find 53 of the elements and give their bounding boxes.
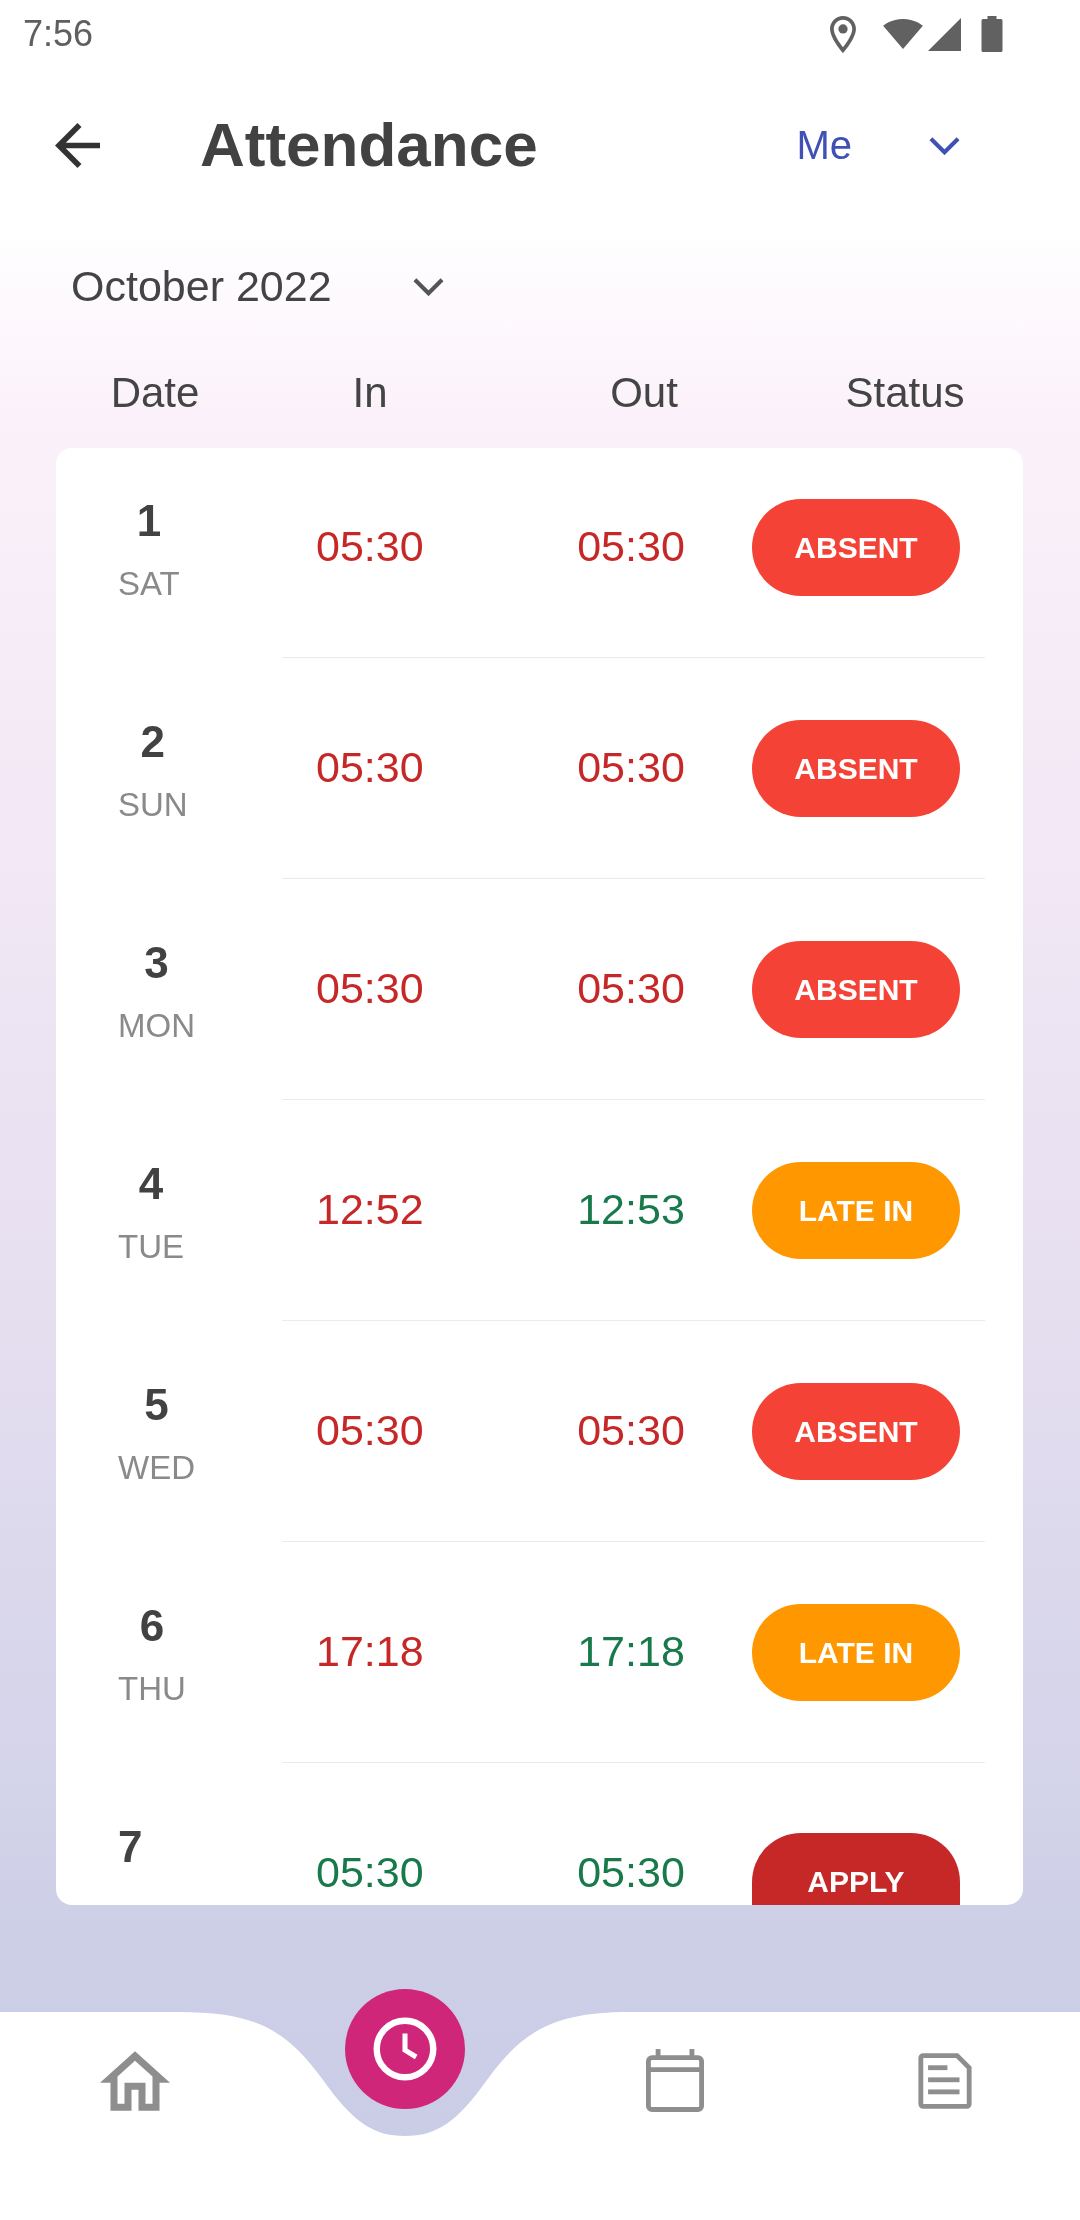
status-badge: ABSENT bbox=[752, 498, 960, 596]
check-out-time: 05:30 bbox=[577, 1406, 685, 1455]
column-header: Status bbox=[844, 369, 966, 417]
day-number: 2 bbox=[140, 717, 166, 767]
signal-icon bbox=[928, 17, 961, 51]
check-out-time: 05:30 bbox=[577, 964, 685, 1013]
day-number: 1 bbox=[136, 496, 162, 546]
check-out-time: 12:53 bbox=[577, 1185, 685, 1234]
battery-icon bbox=[981, 16, 1003, 52]
weekday-label: SUN bbox=[118, 786, 188, 824]
weekday-label: SAT bbox=[118, 565, 180, 603]
check-in-time: 05:30 bbox=[316, 522, 424, 571]
home-icon[interactable] bbox=[100, 2050, 170, 2111]
day-number: 7 bbox=[118, 1822, 143, 1872]
document-icon[interactable] bbox=[916, 2052, 974, 2109]
column-header: In bbox=[351, 369, 389, 417]
weekday-label: TUE bbox=[118, 1228, 184, 1266]
day-number: 5 bbox=[144, 1380, 169, 1430]
status-badge: ABSENT bbox=[752, 940, 960, 1038]
status-badge: ABSENT bbox=[752, 1382, 960, 1480]
clock-icon bbox=[373, 2017, 437, 2081]
status-badge: ABSENT bbox=[752, 719, 960, 817]
weekday-label: THU bbox=[118, 1670, 186, 1708]
day-number: 4 bbox=[138, 1159, 164, 1209]
check-in-time: 05:30 bbox=[316, 1848, 424, 1897]
weekday-label: WED bbox=[118, 1449, 195, 1487]
chevron-down-icon bbox=[411, 276, 445, 296]
back-arrow-icon[interactable] bbox=[55, 122, 100, 168]
status-badge: APPLY bbox=[752, 1833, 960, 1905]
status-time: 7:56 bbox=[23, 16, 94, 52]
check-in-time: 05:30 bbox=[316, 964, 424, 1013]
page-title: Attendance bbox=[200, 114, 538, 176]
employee-dropdown[interactable]: Me bbox=[796, 125, 961, 165]
day-number: 6 bbox=[139, 1601, 165, 1651]
location-pin-icon bbox=[830, 15, 856, 53]
chevron-down-icon bbox=[928, 135, 961, 155]
calendar-icon[interactable] bbox=[646, 2049, 704, 2112]
check-in-time: 17:18 bbox=[316, 1627, 424, 1676]
check-in-time: 12:52 bbox=[316, 1185, 424, 1234]
column-header: Date bbox=[109, 369, 201, 417]
check-out-time: 05:30 bbox=[577, 743, 685, 792]
day-number: 3 bbox=[144, 938, 169, 988]
check-in-time: 05:30 bbox=[316, 1406, 424, 1455]
check-out-time: 05:30 bbox=[577, 522, 685, 571]
check-out-time: 17:18 bbox=[577, 1627, 685, 1676]
wifi-icon bbox=[883, 19, 923, 49]
month-dropdown[interactable]: October 2022 bbox=[71, 264, 445, 308]
check-out-time: 05:30 bbox=[577, 1848, 685, 1897]
weekday-label: MON bbox=[118, 1007, 195, 1045]
check-in-time: 05:30 bbox=[316, 743, 424, 792]
status-badge: LATE IN bbox=[752, 1603, 960, 1701]
status-badge: LATE IN bbox=[752, 1161, 960, 1259]
column-header: Out bbox=[609, 369, 679, 417]
